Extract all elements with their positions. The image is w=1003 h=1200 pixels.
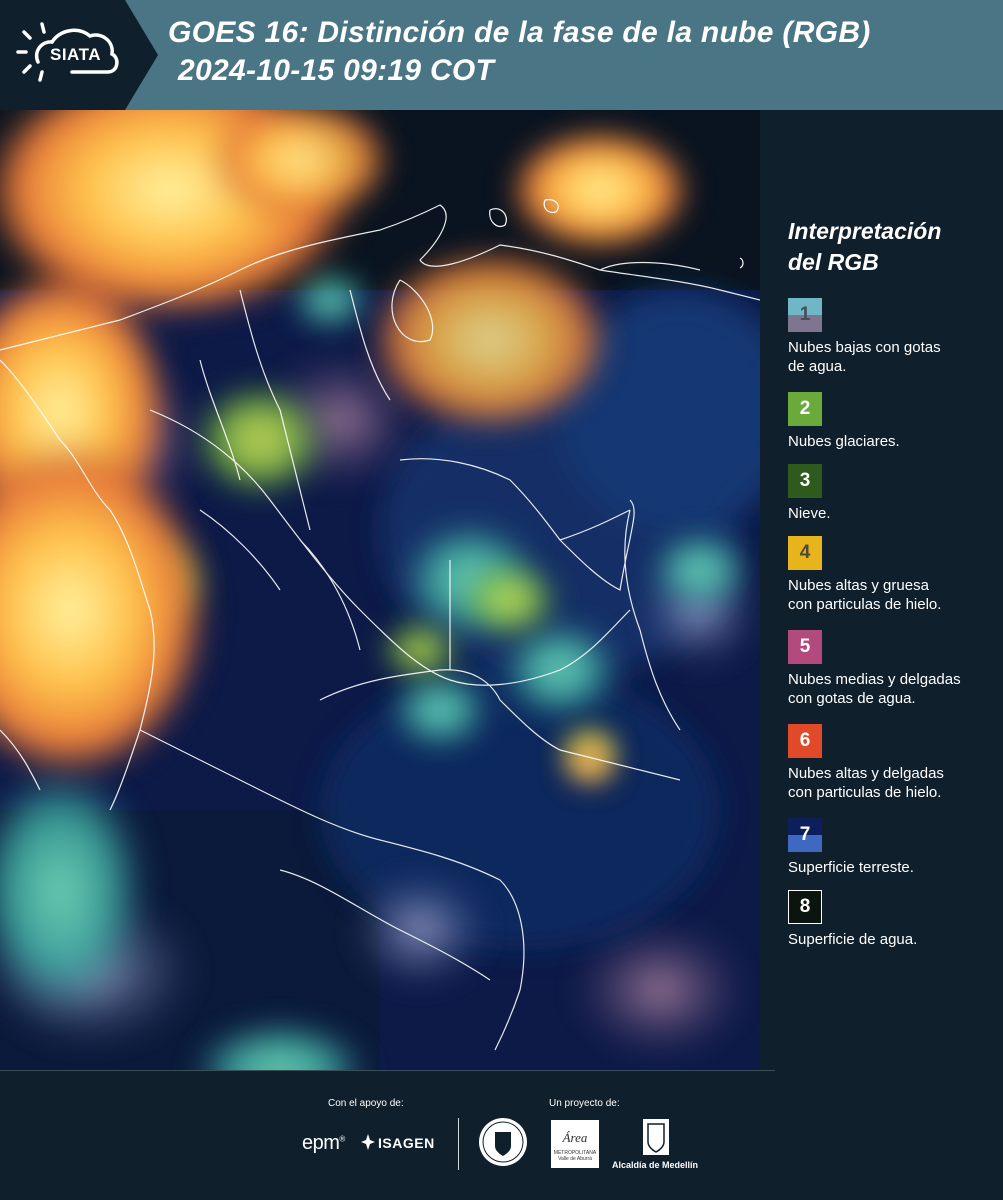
legend-swatch-1: 1 <box>788 298 822 332</box>
alcaldia-shield-icon[interactable] <box>642 1118 670 1156</box>
legend-label: Nubes altas y gruesa con particulas de h… <box>788 576 993 614</box>
project-label: Un proyecto de: <box>549 1098 620 1109</box>
legend-number: 8 <box>799 896 811 917</box>
legend-swatch-5: 5 <box>788 630 822 664</box>
footer: Con el apoyo de: Un proyecto de: epm® IS… <box>0 1070 1003 1200</box>
legend-label: Nubes medias y delgadas con gotas de agu… <box>788 670 993 708</box>
legend-item-2: 2 Nubes glaciares. <box>788 392 993 464</box>
legend-title: Interpretación del RGB <box>788 216 993 278</box>
support-label: Con el apoyo de: <box>328 1098 404 1109</box>
legend-label-line-1: Nubes medias y delgadas <box>788 671 961 688</box>
medellin-seal-icon[interactable] <box>477 1116 529 1168</box>
epm-logo-text: epm <box>302 1132 340 1154</box>
legend-label-line-1: Nubes altas y delgadas <box>788 765 944 782</box>
legend-title-line-2: del RGB <box>788 249 879 275</box>
legend-label: Nubes glaciares. <box>788 432 993 451</box>
legend-label-line-2: con particulas de hielo. <box>788 784 942 801</box>
legend-number: 4 <box>799 542 811 563</box>
satellite-image <box>0 110 760 1070</box>
isagen-star-icon <box>361 1134 375 1150</box>
legend-swatch-6: 6 <box>788 724 822 758</box>
siata-logo[interactable]: SIATA <box>0 0 158 110</box>
area-metropolitana-logo[interactable]: Área METROPOLITANA Valle de Aburrá <box>551 1120 599 1168</box>
legend-number: 2 <box>799 398 811 419</box>
legend-label-line-1: Superficie terreste. <box>788 859 914 876</box>
legend-label-line-2: con gotas de agua. <box>788 690 916 707</box>
legend-item-8: 8 Superficie de agua. <box>788 890 993 962</box>
legend-swatch-7: 7 <box>788 818 822 852</box>
legend-item-7: 7 Superficie terreste. <box>788 818 993 890</box>
legend-label-line-1: Superficie de agua. <box>788 931 918 948</box>
legend-number: 5 <box>799 636 811 657</box>
legend-label-line-1: Nubes glaciares. <box>788 433 900 450</box>
legend-item-3: 3 Nieve. <box>788 464 993 536</box>
footer-separator <box>458 1118 459 1170</box>
legend-label: Nubes bajas con gotas de agua. <box>788 338 993 376</box>
logo-text: SIATA <box>50 45 101 64</box>
legend-label-line-2: de agua. <box>788 358 847 375</box>
epm-logo[interactable]: epm® <box>302 1132 345 1155</box>
legend-number: 6 <box>799 730 811 751</box>
legend-item-6: 6 Nubes altas y delgadas con particulas … <box>788 724 993 818</box>
header: SIATA GOES 16: Distinción de la fase de … <box>0 0 1003 110</box>
legend-label: Nubes altas y delgadas con particulas de… <box>788 764 993 802</box>
satellite-map[interactable] <box>0 110 760 1070</box>
legend-item-5: 5 Nubes medias y delgadas con gotas de a… <box>788 630 993 724</box>
amva-logo-text: Área <box>562 1130 588 1145</box>
legend-number: 7 <box>799 824 811 845</box>
legend-label-line-1: Nubes altas y gruesa <box>788 577 929 594</box>
isagen-logo[interactable]: ISAGEN <box>378 1135 435 1151</box>
footer-divider-line <box>0 1070 775 1071</box>
legend-label: Nieve. <box>788 504 993 523</box>
legend-number: 3 <box>799 470 811 491</box>
legend-swatch-8: 8 <box>788 890 822 924</box>
alcaldia-label: Alcaldía de Medellín <box>612 1160 699 1170</box>
legend-swatch-3: 3 <box>788 464 822 498</box>
page-title: GOES 16: Distinción de la fase de la nub… <box>168 14 871 90</box>
legend-label: Superficie terreste. <box>788 858 993 877</box>
title-line-1: GOES 16: Distinción de la fase de la nub… <box>168 16 871 49</box>
legend-label: Superficie de agua. <box>788 930 993 949</box>
legend-item-1: 1 Nubes bajas con gotas de agua. <box>788 298 993 392</box>
legend: Interpretación del RGB 1 Nubes bajas con… <box>788 216 993 962</box>
legend-label-line-2: con particulas de hielo. <box>788 596 942 613</box>
legend-label-line-1: Nieve. <box>788 505 831 522</box>
legend-swatch-4: 4 <box>788 536 822 570</box>
legend-swatch-2: 2 <box>788 392 822 426</box>
legend-label-line-1: Nubes bajas con gotas <box>788 339 941 356</box>
amva-logo-subtext: METROPOLITANA Valle de Aburrá <box>553 1150 597 1162</box>
legend-items: 1 Nubes bajas con gotas de agua. 2 Nubes… <box>788 298 993 962</box>
title-line-2: 2024-10-15 09:19 COT <box>178 54 495 87</box>
legend-item-4: 4 Nubes altas y gruesa con particulas de… <box>788 536 993 630</box>
legend-number: 1 <box>799 304 811 325</box>
legend-title-line-1: Interpretación <box>788 218 942 244</box>
epm-trademark: ® <box>339 1134 345 1144</box>
